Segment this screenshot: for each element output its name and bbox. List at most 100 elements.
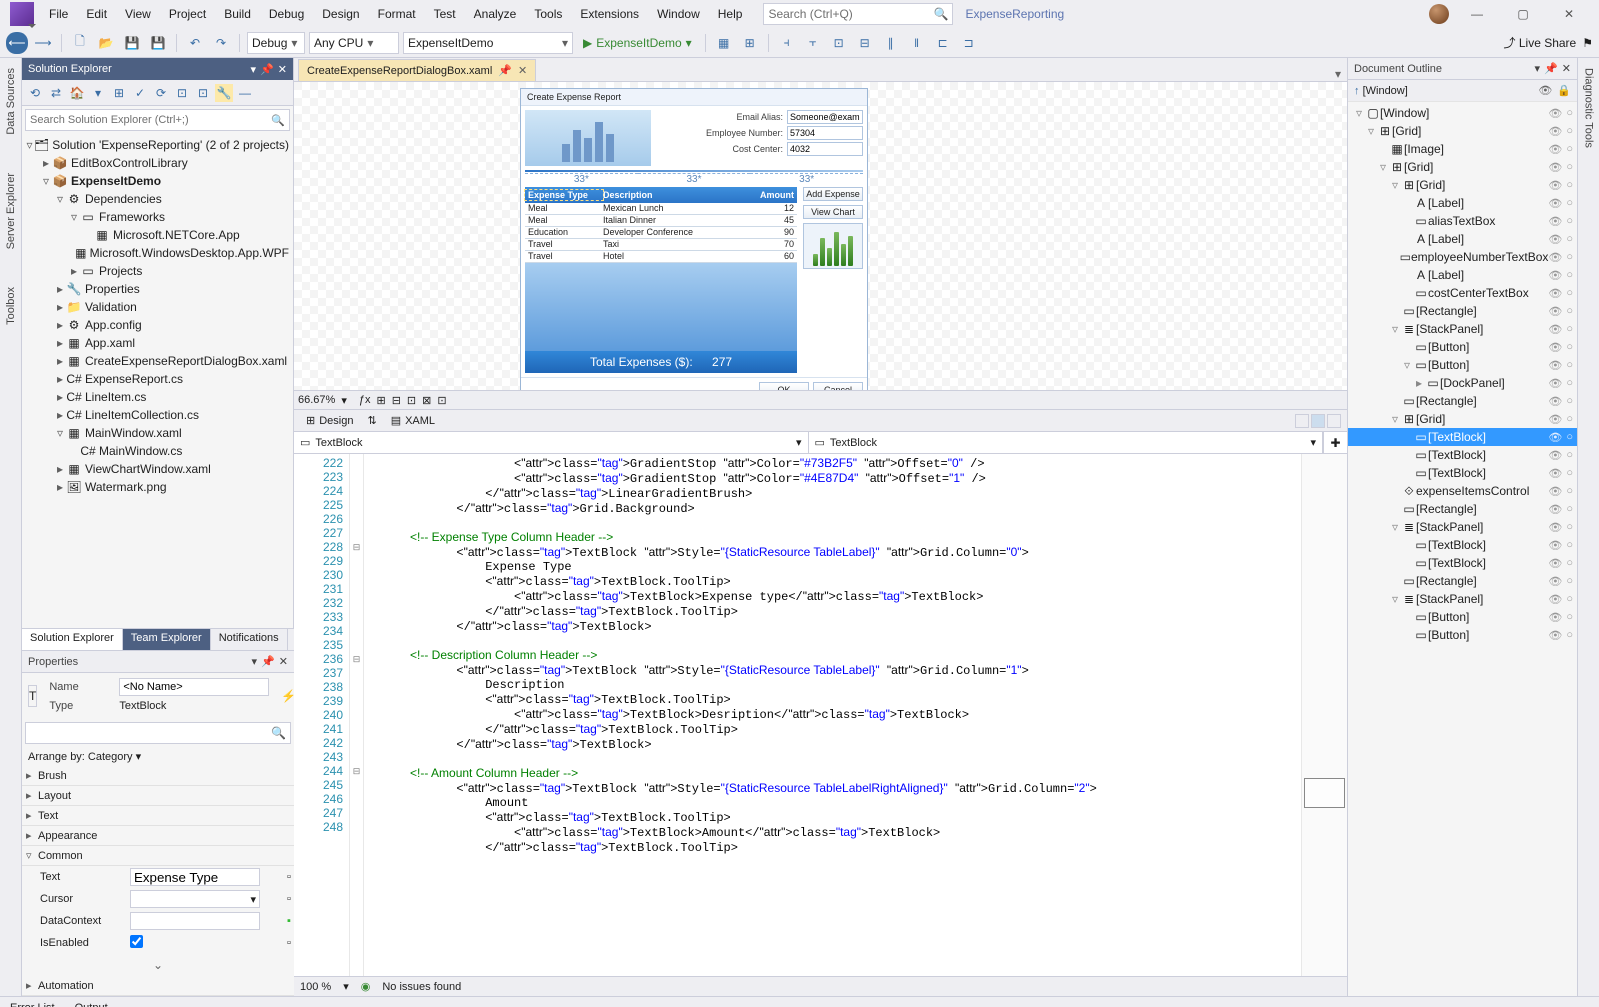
user-avatar-icon[interactable] <box>1429 4 1449 24</box>
tab-output[interactable]: Output <box>65 999 118 1007</box>
cat-layout[interactable]: ▸Layout <box>22 786 294 806</box>
visibility-icon[interactable]: 👁 <box>1538 84 1552 97</box>
outline-node[interactable]: A[Label]👁○ <box>1348 230 1577 248</box>
tree-node[interactable]: ▿▭Frameworks <box>22 208 293 226</box>
menu-design[interactable]: Design <box>313 3 368 25</box>
close-icon[interactable]: ✕ <box>278 63 287 76</box>
menu-format[interactable]: Format <box>369 3 425 25</box>
server-explorer-tab[interactable]: Server Explorer <box>3 169 19 253</box>
diagnostic-tools-tab[interactable]: Diagnostic Tools <box>1581 64 1597 152</box>
save-all-icon[interactable]: 💾 <box>147 32 169 54</box>
xaml-tab[interactable]: ▤ XAML <box>385 412 441 429</box>
employee-number-field[interactable] <box>787 126 863 140</box>
close-icon[interactable]: ✕ <box>279 655 288 668</box>
lock-icon[interactable]: ○ <box>1566 395 1573 408</box>
vs-logo-icon[interactable] <box>10 2 34 26</box>
outline-node[interactable]: ▭[TextBlock]👁○ <box>1348 554 1577 572</box>
cat-automation[interactable]: ▸Automation <box>22 976 294 996</box>
redo-icon[interactable]: ↷ <box>210 32 232 54</box>
lock-icon[interactable]: ○ <box>1566 485 1573 498</box>
visibility-icon[interactable]: 👁 <box>1548 251 1562 264</box>
outline-node[interactable]: ▿≣[StackPanel]👁○ <box>1348 590 1577 608</box>
lock-icon[interactable]: 🔒 <box>1557 84 1571 97</box>
visibility-icon[interactable]: 👁 <box>1548 449 1562 462</box>
visibility-icon[interactable]: 👁 <box>1548 215 1562 228</box>
lock-icon[interactable]: ○ <box>1566 503 1573 516</box>
menu-build[interactable]: Build <box>215 3 260 25</box>
outline-node[interactable]: ▿⊞[Grid]👁○ <box>1348 158 1577 176</box>
menu-edit[interactable]: Edit <box>77 3 116 25</box>
tree-node[interactable]: ▦Microsoft.WindowsDesktop.App.WPF <box>22 244 293 262</box>
home-icon[interactable]: 🏠 <box>68 84 86 102</box>
menu-help[interactable]: Help <box>709 3 752 25</box>
tree-node[interactable]: ▸C#LineItem.cs <box>22 388 293 406</box>
lock-icon[interactable]: ○ <box>1566 557 1573 570</box>
isenabled-checkbox[interactable] <box>130 935 143 948</box>
arrange-by[interactable]: Arrange by: Category ▾ <box>22 747 294 766</box>
tree-node[interactable]: ▸▭Projects <box>22 262 293 280</box>
lock-icon[interactable]: ○ <box>1566 521 1573 534</box>
lock-icon[interactable]: ○ <box>1566 161 1573 174</box>
outline-node[interactable]: ▿≣[StackPanel]👁○ <box>1348 320 1577 338</box>
lock-icon[interactable]: ○ <box>1566 431 1573 444</box>
lock-icon[interactable]: ○ <box>1566 449 1573 462</box>
close-icon[interactable]: ✕ <box>1562 62 1571 75</box>
lock-icon[interactable]: ○ <box>1566 233 1573 246</box>
pin-icon[interactable]: 📌 <box>260 63 274 76</box>
outline-node[interactable]: ▭[Button]👁○ <box>1348 338 1577 356</box>
code-zoom[interactable]: 100 % <box>300 981 331 993</box>
code-editor[interactable]: 2222232242252262272282292302312322332342… <box>294 454 1347 976</box>
design-tab[interactable]: ⊞ Design <box>300 412 359 429</box>
menu-debug[interactable]: Debug <box>260 3 313 25</box>
menu-extensions[interactable]: Extensions <box>571 3 648 25</box>
visibility-icon[interactable]: 👁 <box>1548 197 1562 210</box>
startup-combo[interactable]: ExpenseItDemo▾ <box>403 32 573 54</box>
lock-icon[interactable]: ○ <box>1566 539 1573 552</box>
visibility-icon[interactable]: 👁 <box>1548 359 1562 372</box>
tree-node[interactable]: ▸🖼Watermark.png <box>22 478 293 496</box>
lock-icon[interactable]: ○ <box>1566 575 1573 588</box>
outline-node[interactable]: ▭[Button]👁○ <box>1348 608 1577 626</box>
tree-node[interactable]: ▸🔧Properties <box>22 280 293 298</box>
outline-node[interactable]: ▭employeeNumberTextBox👁○ <box>1348 248 1577 266</box>
visibility-icon[interactable]: 👁 <box>1548 413 1562 426</box>
lock-icon[interactable]: ○ <box>1566 179 1573 192</box>
nav-forward-button[interactable]: ⟶ <box>32 32 54 54</box>
add-expense-button[interactable]: Add Expense <box>803 187 863 201</box>
split-icon[interactable]: ✚ <box>1323 432 1347 453</box>
visibility-icon[interactable]: 👁 <box>1548 503 1562 516</box>
expand-icon[interactable]: ⌄ <box>22 954 294 976</box>
menu-view[interactable]: View <box>116 3 160 25</box>
visibility-icon[interactable]: 👁 <box>1548 323 1562 336</box>
outline-node[interactable]: ▿≣[StackPanel]👁○ <box>1348 518 1577 536</box>
menu-project[interactable]: Project <box>160 3 215 25</box>
outline-node[interactable]: ▿⊞[Grid]👁○ <box>1348 410 1577 428</box>
email-field[interactable] <box>787 110 863 124</box>
visibility-icon[interactable]: 👁 <box>1548 179 1562 192</box>
pin-icon[interactable]: 📌 <box>1544 62 1558 75</box>
properties-search[interactable]: 🔍 <box>25 722 291 744</box>
cost-center-field[interactable] <box>787 142 863 156</box>
zoom-level[interactable]: 66.67% <box>298 394 335 406</box>
outline-node[interactable]: ▿⊞[Grid]👁○ <box>1348 176 1577 194</box>
tree-node[interactable]: ▸C#ExpenseReport.cs <box>22 370 293 388</box>
visibility-icon[interactable]: 👁 <box>1548 629 1562 642</box>
col-expense-type[interactable]: Expense Type <box>525 190 603 200</box>
tree-node[interactable]: ▸▦App.xaml <box>22 334 293 352</box>
undo-icon[interactable]: ↶ <box>184 32 206 54</box>
ok-button[interactable]: OK <box>759 382 809 390</box>
visibility-icon[interactable]: 👁 <box>1548 143 1562 156</box>
outline-node[interactable]: ▭[TextBlock]👁○ <box>1348 428 1577 446</box>
outline-node[interactable]: ▭[Button]👁○ <box>1348 626 1577 644</box>
tree-node[interactable]: ▸C#LineItemCollection.cs <box>22 406 293 424</box>
lock-icon[interactable]: ○ <box>1566 341 1573 354</box>
outline-node[interactable]: ▭[TextBlock]👁○ <box>1348 536 1577 554</box>
visibility-icon[interactable]: 👁 <box>1548 611 1562 624</box>
live-share-button[interactable]: ⤴ Live Share <box>1504 34 1577 51</box>
nav-back-button[interactable]: ⟵ <box>6 32 28 54</box>
visibility-icon[interactable]: 👁 <box>1548 107 1562 120</box>
tree-node[interactable]: ▿🗂Solution 'ExpenseReporting' (2 of 2 pr… <box>22 136 293 154</box>
data-sources-tab[interactable]: Data Sources <box>3 64 19 139</box>
tree-node[interactable]: C#MainWindow.cs <box>22 442 293 460</box>
tab-overflow-icon[interactable]: ▾ <box>1329 67 1347 81</box>
